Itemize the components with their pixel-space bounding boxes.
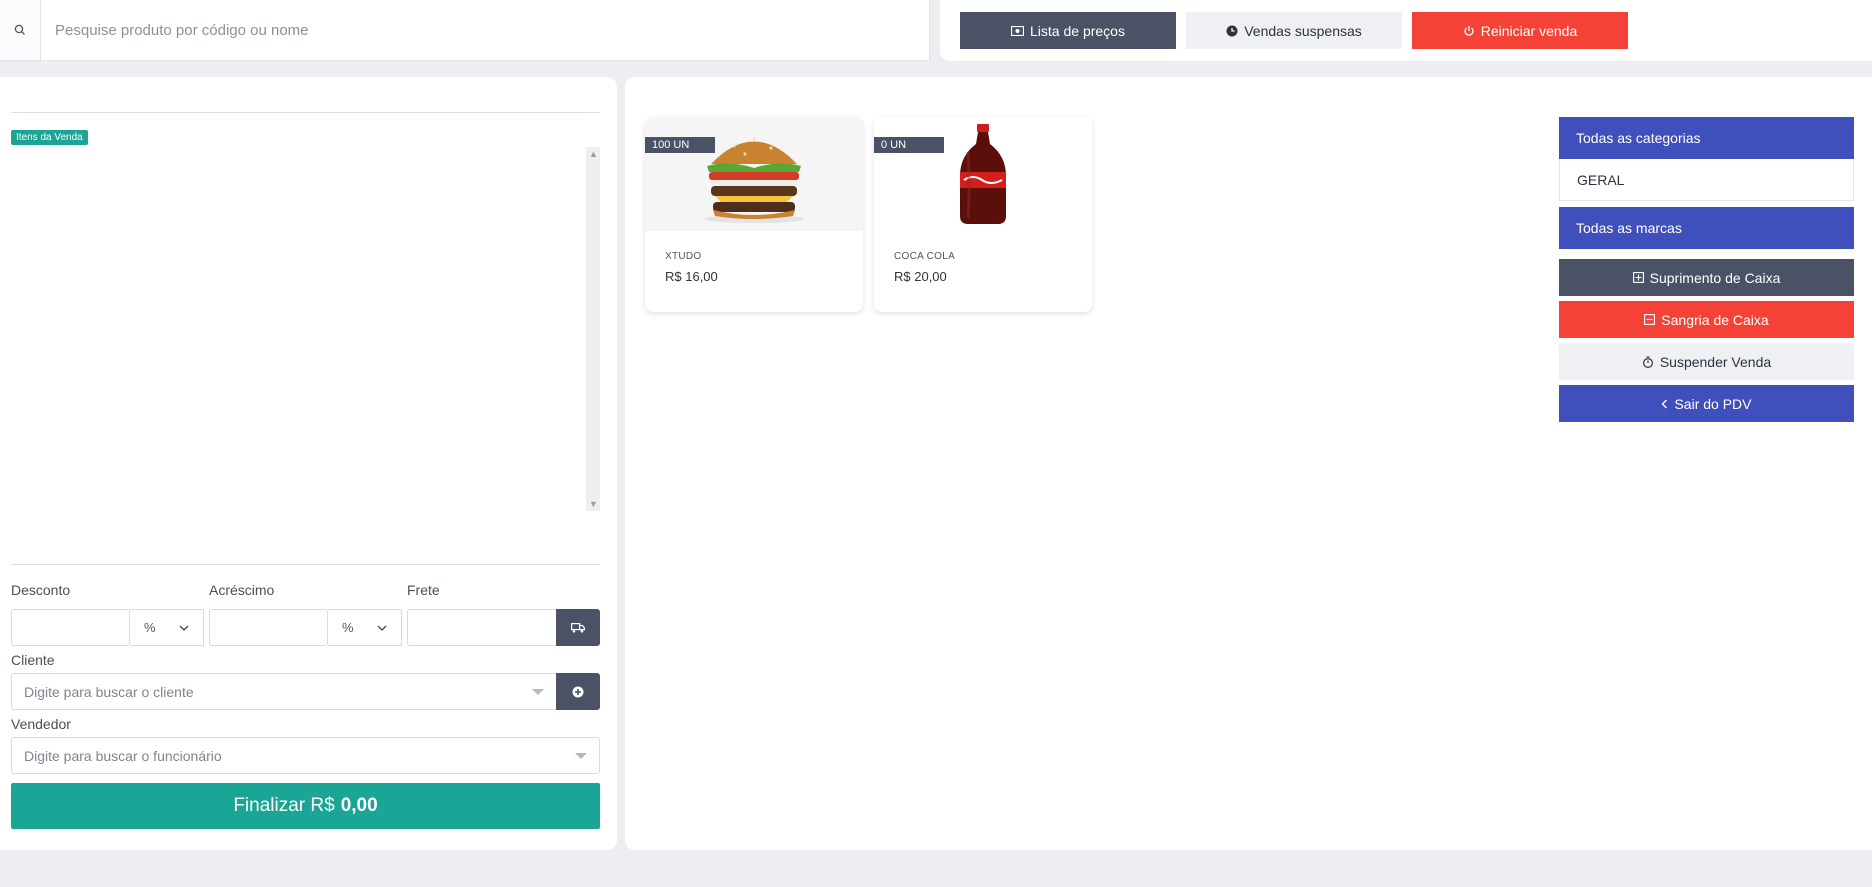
add-client-button[interactable] bbox=[556, 673, 600, 710]
restart-sale-button[interactable]: Reiniciar venda bbox=[1412, 12, 1628, 49]
product-search-input[interactable] bbox=[41, 0, 929, 60]
plus-circle-icon bbox=[572, 686, 584, 697]
plus-square-icon bbox=[1632, 272, 1644, 283]
cash-withdrawal-label: Sangria de Caixa bbox=[1661, 311, 1769, 328]
surcharge-input[interactable] bbox=[209, 609, 328, 646]
search-icon bbox=[0, 0, 41, 60]
product-image: 100 UN bbox=[645, 117, 863, 231]
finalize-button[interactable]: Finalizar R$ 0,00 bbox=[11, 783, 600, 829]
exit-pdv-label: Sair do PDV bbox=[1674, 395, 1752, 412]
product-name: XTUDO bbox=[665, 251, 702, 262]
client-select[interactable]: Digite para buscar o cliente bbox=[11, 673, 557, 710]
top-actions: Lista de preços Vendas suspensas Reinici… bbox=[940, 0, 1872, 61]
power-icon bbox=[1464, 25, 1474, 36]
all-categories-button[interactable]: Todas as categorias bbox=[1559, 117, 1854, 159]
discount-input[interactable] bbox=[11, 609, 130, 646]
product-name: COCA COLA bbox=[894, 251, 956, 262]
finalize-label: Finalizar R$ bbox=[233, 795, 335, 816]
cash-withdrawal-button[interactable]: Sangria de Caixa bbox=[1559, 301, 1854, 338]
product-card[interactable]: 100 UN XTUDO R$ 16,00 bbox=[645, 117, 863, 312]
chevron-down-icon bbox=[179, 625, 189, 631]
restart-sale-label: Reiniciar venda bbox=[1480, 22, 1578, 39]
truck-icon bbox=[571, 622, 585, 633]
sidebar: Todas as categorias GERAL Todas as marca… bbox=[1559, 117, 1854, 422]
freight-button[interactable] bbox=[556, 609, 600, 646]
exit-pdv-button[interactable]: Sair do PDV bbox=[1559, 385, 1854, 422]
price-list-label: Lista de preços bbox=[1030, 22, 1125, 39]
cash-supply-button[interactable]: Suprimento de Caixa bbox=[1559, 259, 1854, 296]
search-bar bbox=[0, 0, 930, 61]
suspended-sales-label: Vendas suspensas bbox=[1244, 22, 1362, 39]
scroll-down-icon[interactable]: ▼ bbox=[589, 499, 598, 509]
divider bbox=[11, 564, 600, 565]
discount-unit-value: % bbox=[144, 620, 156, 635]
products-panel: 100 UN XTUDO R$ 16,00 0 UN COCA COLA R$ … bbox=[625, 77, 1872, 850]
discount-unit-select[interactable]: % bbox=[130, 609, 204, 646]
price-list-button[interactable]: Lista de preços bbox=[960, 12, 1176, 49]
items-scrollbar[interactable]: ▲ ▼ bbox=[586, 147, 600, 511]
suspend-sale-label: Suspender Venda bbox=[1659, 353, 1772, 370]
clock-icon bbox=[1226, 25, 1238, 36]
scroll-up-icon[interactable]: ▲ bbox=[589, 149, 598, 159]
stopwatch-icon bbox=[1642, 355, 1653, 368]
suspend-sale-button[interactable]: Suspender Venda bbox=[1559, 343, 1854, 380]
cash-supply-label: Suprimento de Caixa bbox=[1649, 269, 1781, 286]
finalize-total: 0,00 bbox=[340, 795, 378, 816]
freight-input[interactable] bbox=[407, 609, 557, 646]
seller-label: Vendedor bbox=[11, 716, 71, 732]
chevron-down-icon bbox=[377, 625, 387, 631]
suspended-sales-button[interactable]: Vendas suspensas bbox=[1186, 12, 1402, 49]
product-price: R$ 16,00 bbox=[665, 269, 718, 284]
discount-label: Desconto bbox=[11, 582, 71, 598]
caret-down-icon bbox=[575, 752, 587, 759]
client-placeholder: Digite para buscar o cliente bbox=[24, 683, 194, 700]
seller-select[interactable]: Digite para buscar o funcionário bbox=[11, 737, 600, 774]
sale-items-badge: Itens da Venda bbox=[11, 130, 88, 145]
seller-placeholder: Digite para buscar o funcionário bbox=[24, 747, 222, 764]
surcharge-label: Acréscimo bbox=[209, 582, 275, 598]
minus-square-icon bbox=[1644, 314, 1656, 325]
caret-down-icon bbox=[532, 688, 544, 695]
all-brands-button[interactable]: Todas as marcas bbox=[1559, 207, 1854, 249]
sale-panel: Itens da Venda ▲ ▼ Desconto Acréscimo Fr… bbox=[0, 77, 617, 850]
stock-badge: 0 UN bbox=[874, 137, 944, 153]
money-icon bbox=[1011, 25, 1025, 36]
product-image: 0 UN bbox=[874, 117, 1092, 231]
divider bbox=[11, 112, 600, 113]
surcharge-unit-select[interactable]: % bbox=[328, 609, 402, 646]
category-item-geral[interactable]: GERAL bbox=[1559, 159, 1854, 201]
stock-badge: 100 UN bbox=[645, 137, 715, 153]
chevron-left-icon bbox=[1661, 399, 1668, 408]
surcharge-unit-value: % bbox=[342, 620, 354, 635]
soda-bottle-image bbox=[960, 124, 1006, 224]
product-price: R$ 20,00 bbox=[894, 269, 947, 284]
product-card[interactable]: 0 UN COCA COLA R$ 20,00 bbox=[874, 117, 1092, 312]
client-label: Cliente bbox=[11, 652, 55, 668]
freight-label: Frete bbox=[407, 582, 440, 598]
